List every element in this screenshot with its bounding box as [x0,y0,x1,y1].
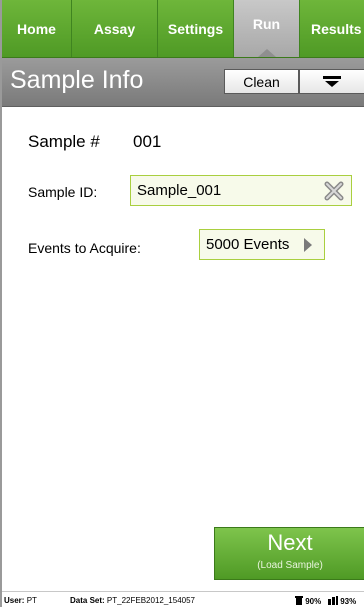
status-user: User: PT [4,596,37,605]
status-dataset: Data Set: PT_22FEB2012_154057 [70,596,195,605]
events-to-acquire-label: Events to Acquire: [28,240,141,256]
sample-id-value: Sample_001 [137,182,222,199]
dataset-value: PT_22FEB2012_154057 [106,596,195,605]
tab-results[interactable]: Results [300,0,364,57]
clean-button-label: Clean [243,73,280,90]
app-window: Home Assay Settings Run Results Sample I… [0,0,364,608]
events-to-acquire-value: 5000 Events [206,236,290,253]
status-battery: 93% [328,596,356,606]
tab-label: Home [17,20,56,37]
trash-icon [295,596,303,605]
sample-id-input[interactable]: Sample_001 [130,175,352,206]
menu-button[interactable] [299,69,364,94]
page-header: Sample Info Clean [2,58,364,107]
sample-id-label: Sample ID: [28,184,98,200]
tab-label: Run [252,15,281,32]
next-button-label: Next [267,530,313,555]
next-button-sublabel: (Load Sample) [257,560,323,571]
events-to-acquire-select[interactable]: 5000 Events [199,229,325,260]
active-tab-indicator [257,49,276,57]
dataset-label: Data Set: [70,596,105,605]
user-label: User: [4,596,25,605]
tab-label: Settings [167,20,224,37]
main-tab-bar: Home Assay Settings Run Results [2,0,364,58]
next-button[interactable]: Next (Load Sample) [214,527,364,580]
tab-home[interactable]: Home [2,0,72,57]
tab-run[interactable]: Run [234,0,300,57]
disk-value: 90% [305,597,322,606]
tab-assay[interactable]: Assay [72,0,158,57]
clean-button[interactable]: Clean [224,69,299,94]
battery-icon [328,596,338,605]
tab-settings[interactable]: Settings [158,0,234,57]
menu-icon [323,76,341,87]
status-bar: User: PT Data Set: PT_22FEB2012_154057 9… [2,591,364,608]
page-title: Sample Info [10,66,144,94]
sample-number-label: Sample # [28,132,100,151]
sample-number-value: 001 [133,132,162,151]
tab-label: Assay [93,20,136,37]
status-disk: 90% [295,596,321,606]
chevron-right-icon [304,238,312,252]
battery-value: 93% [340,597,357,606]
clear-icon[interactable] [323,180,345,202]
user-value: PT [26,596,37,605]
tab-label: Results [311,20,362,37]
